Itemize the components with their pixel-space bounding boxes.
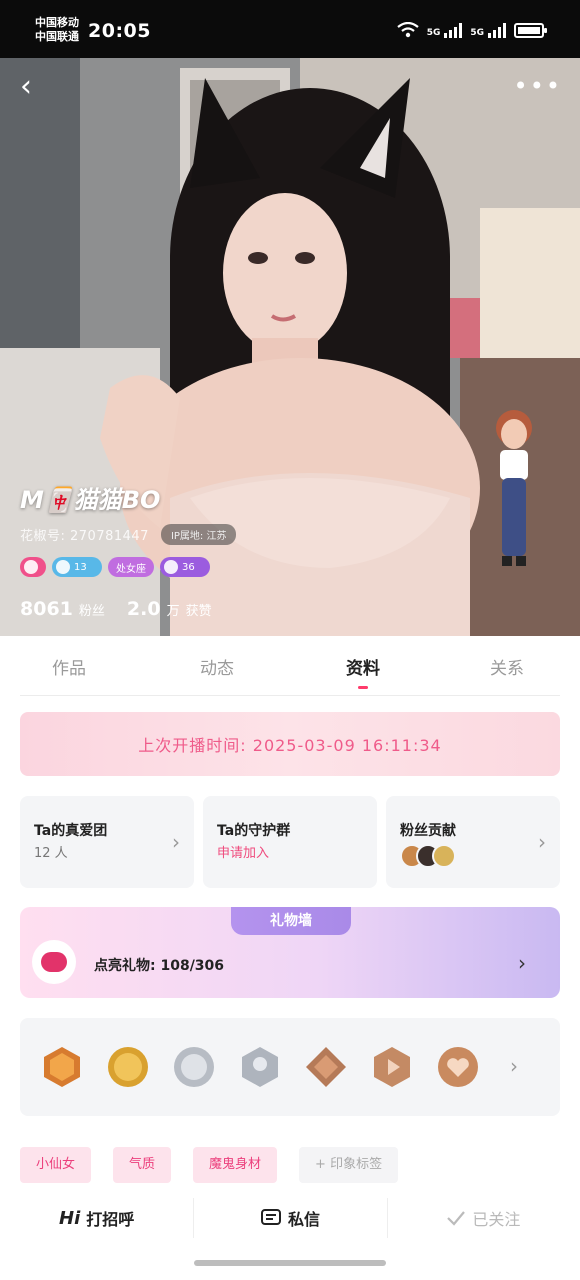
guard-group-title: Ta的守护群: [217, 823, 291, 839]
clock: 20:05: [88, 20, 151, 42]
carrier-labels: 中国移动 中国联通: [35, 16, 79, 44]
zodiac-badge-text: 处女座: [116, 563, 146, 575]
guard-group-join[interactable]: 申请加入: [217, 842, 269, 861]
user-id[interactable]: 花椒号: 270781447: [20, 525, 149, 544]
badge-row: 13 处女座 36: [20, 557, 210, 577]
medal-17-icon[interactable]: [40, 1045, 84, 1089]
id-line: 花椒号: 270781447 IP属地: 江苏: [20, 524, 237, 545]
likes-count: 2.0: [126, 598, 161, 620]
medal-heart-icon[interactable]: [436, 1045, 480, 1089]
ip-location: IP属地: 江苏: [160, 524, 237, 545]
medal-speed-icon[interactable]: [172, 1045, 216, 1089]
chevron-right-icon: ›: [172, 830, 180, 854]
more-options-icon[interactable]: •••: [514, 74, 562, 98]
greet-button[interactable]: Hi 打招呼: [0, 1190, 193, 1246]
likes-label: 获赞: [185, 604, 212, 619]
greet-label: 打招呼: [86, 1210, 135, 1229]
wifi-icon: [397, 22, 419, 38]
guard-group-card[interactable]: Ta的守护群 申请加入: [203, 796, 377, 888]
gift-wall-card[interactable]: 礼物墙 点亮礼物: 108/306 ›: [20, 907, 560, 998]
add-impression-tag-button[interactable]: + 印象标签: [299, 1147, 399, 1183]
chevron-right-icon: ›: [518, 951, 526, 975]
check-icon: [447, 1211, 466, 1226]
medal-play-icon[interactable]: [370, 1045, 414, 1089]
tab-works[interactable]: 作品: [52, 654, 86, 679]
star-icon: [164, 560, 178, 574]
tab-moments[interactable]: 动态: [200, 654, 234, 679]
impression-tags: 小仙女 气质 魔鬼身材 + 印象标签: [20, 1147, 399, 1183]
tab-relations[interactable]: 关系: [490, 654, 524, 679]
system-icons: 5G 5G: [397, 22, 547, 38]
active-tab-indicator: [358, 686, 368, 689]
diamond-icon: [56, 560, 70, 574]
medals-row[interactable]: ›: [20, 1018, 560, 1116]
last-live-text: 上次开播时间: 2025-03-09 16:11:34: [138, 736, 442, 755]
avatar: [432, 844, 456, 868]
medal-gold-coin-icon[interactable]: [106, 1045, 150, 1089]
message-label: 私信: [287, 1210, 320, 1229]
nickname: M🀄️猫猫BO: [20, 486, 161, 514]
profile-tabs: 作品 动态 资料 关系: [20, 648, 560, 696]
carrier-2: 中国联通: [35, 30, 79, 43]
message-button[interactable]: 私信: [193, 1190, 386, 1246]
gift-heart-icon: [32, 940, 76, 984]
home-indicator[interactable]: [194, 1260, 386, 1266]
tag-item[interactable]: 气质: [113, 1147, 172, 1183]
back-button[interactable]: ‹: [20, 72, 48, 102]
star-level-badge[interactable]: 36: [160, 557, 210, 577]
tag-item[interactable]: 小仙女: [20, 1147, 92, 1183]
fan-group-card[interactable]: Ta的真爱团 12 人 ›: [20, 796, 194, 888]
carrier-1: 中国移动: [35, 16, 79, 29]
fan-contribution-card[interactable]: 粉丝贡献 ›: [386, 796, 560, 888]
tag-item[interactable]: 魔鬼身材: [193, 1147, 278, 1183]
signal-2-icon: 5G: [470, 23, 506, 38]
followed-button[interactable]: 已关注: [386, 1190, 580, 1246]
battery-icon: [514, 23, 547, 38]
medal-avatar-icon[interactable]: [238, 1045, 282, 1089]
followed-label: 已关注: [472, 1210, 521, 1229]
gift-wall-title: 礼物墙: [231, 907, 351, 935]
cover-photo-illustration: [0, 58, 580, 636]
last-live-banner: 上次开播时间: 2025-03-09 16:11:34: [20, 712, 560, 776]
star-level-value: 36: [182, 561, 195, 573]
zodiac-badge[interactable]: 处女座: [108, 557, 154, 577]
fans-label: 粉丝: [78, 604, 105, 619]
diamond-level-badge[interactable]: 13: [52, 557, 102, 577]
likes-unit: 万: [166, 604, 180, 619]
fan-group-count: 12 人: [34, 846, 68, 861]
fan-contribution-title: 粉丝贡献: [400, 823, 456, 839]
diamond-level-value: 13: [74, 561, 87, 573]
medal-diamond-icon[interactable]: [304, 1045, 348, 1089]
network-type-2: 5G: [470, 28, 484, 38]
chevron-right-icon: ›: [538, 830, 546, 854]
status-bar: 中国移动 中国联通 20:05 5G 5G: [0, 0, 580, 58]
profile-stats: 8061 粉丝 2.0 万 获赞: [20, 598, 228, 620]
message-icon: [260, 1209, 281, 1225]
fan-group-title: Ta的真爱团: [34, 823, 108, 839]
tab-profile-info[interactable]: 资料: [346, 654, 380, 679]
gift-lit-count: 点亮礼物: 108/306: [94, 958, 225, 974]
search-badge-icon: [24, 560, 38, 574]
bottom-action-bar: Hi 打招呼 私信 已关注: [0, 1190, 580, 1246]
fans-count[interactable]: 8061: [20, 598, 73, 620]
signal-1-icon: 5G: [427, 23, 463, 38]
chevron-right-icon[interactable]: ›: [510, 1054, 518, 1078]
profile-screen: 中国移动 中国联通 20:05 5G 5G ‹ ••• M🀄️猫猫BO 花椒号:…: [0, 0, 580, 1280]
profile-cover-photo[interactable]: ‹ ••• M🀄️猫猫BO 花椒号: 270781447 IP属地: 江苏 13…: [0, 58, 580, 636]
hi-icon: Hi: [59, 1207, 81, 1229]
contributor-avatars: [400, 844, 456, 868]
search-badge[interactable]: [20, 557, 46, 577]
network-type-1: 5G: [426, 28, 441, 38]
